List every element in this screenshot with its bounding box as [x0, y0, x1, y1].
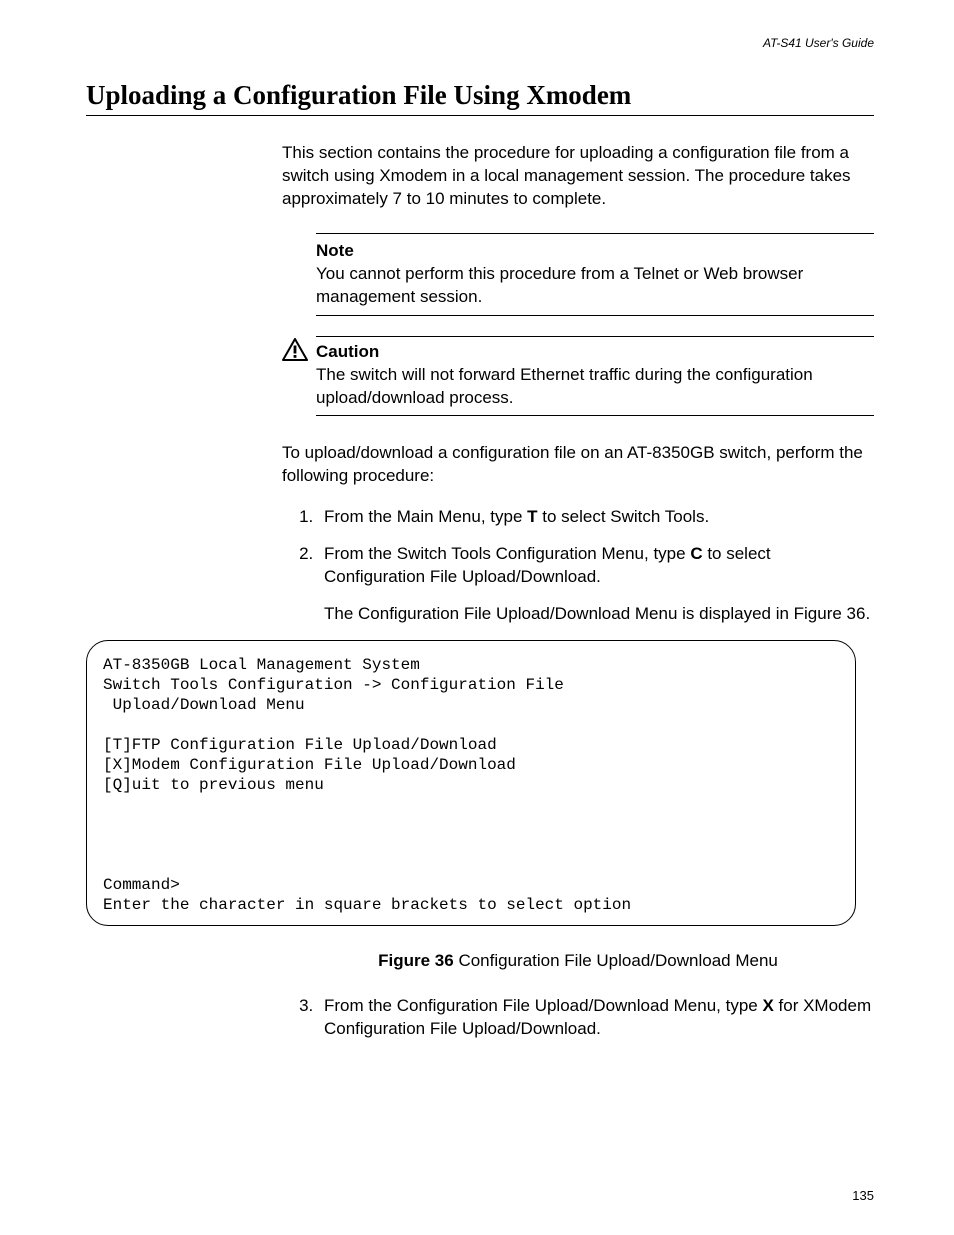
- step-2-key: C: [690, 544, 702, 563]
- header-guide-name: AT-S41 User's Guide: [86, 36, 874, 50]
- note-label: Note: [316, 240, 874, 263]
- section-title: Uploading a Configuration File Using Xmo…: [86, 80, 874, 111]
- page: AT-S41 User's Guide Uploading a Configur…: [0, 0, 954, 1235]
- step-2: From the Switch Tools Configuration Menu…: [318, 543, 874, 626]
- body-column: This section contains the procedure for …: [282, 142, 874, 1041]
- steps-list-continued: From the Configuration File Upload/Downl…: [282, 995, 874, 1041]
- figure-caption-text: Configuration File Upload/Download Menu: [454, 951, 778, 970]
- step-1-post: to select Switch Tools.: [538, 507, 710, 526]
- steps-list: From the Main Menu, type T to select Swi…: [282, 506, 874, 626]
- note-text: You cannot perform this procedure from a…: [316, 263, 874, 309]
- page-number: 135: [852, 1188, 874, 1203]
- title-rule: [86, 115, 874, 116]
- lead-paragraph: To upload/download a configuration file …: [282, 442, 874, 488]
- note-box: Note You cannot perform this procedure f…: [316, 233, 874, 316]
- step-3-key: X: [762, 996, 773, 1015]
- caution-text: The switch will not forward Ethernet tra…: [316, 364, 874, 410]
- step-3-pre: From the Configuration File Upload/Downl…: [324, 996, 762, 1015]
- step-2-sub: The Configuration File Upload/Download M…: [324, 603, 874, 626]
- step-1-key: T: [527, 507, 537, 526]
- intro-paragraph: This section contains the procedure for …: [282, 142, 874, 211]
- figure-caption: Figure 36 Configuration File Upload/Down…: [282, 950, 874, 973]
- caution-wrap: Caution The switch will not forward Ethe…: [282, 336, 874, 417]
- figure-label: Figure 36: [378, 951, 454, 970]
- step-2-pre: From the Switch Tools Configuration Menu…: [324, 544, 690, 563]
- caution-icon: [282, 338, 308, 362]
- step-1: From the Main Menu, type T to select Swi…: [318, 506, 874, 529]
- terminal-screen: AT-8350GB Local Management System Switch…: [86, 640, 856, 926]
- step-1-pre: From the Main Menu, type: [324, 507, 527, 526]
- step-3: From the Configuration File Upload/Downl…: [318, 995, 874, 1041]
- caution-box: Caution The switch will not forward Ethe…: [316, 336, 874, 417]
- caution-label: Caution: [316, 341, 874, 364]
